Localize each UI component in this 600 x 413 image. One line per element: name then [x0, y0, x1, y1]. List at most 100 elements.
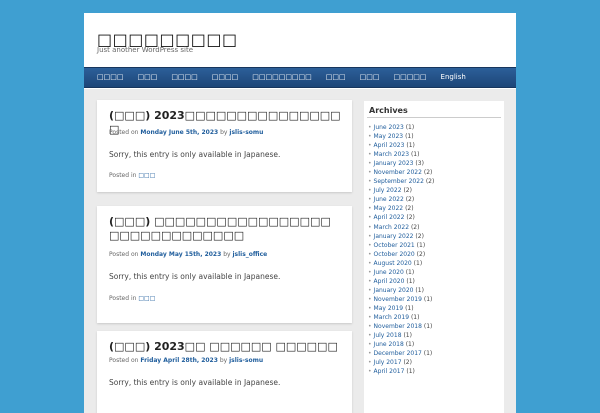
archive-link[interactable]: March 2019: [374, 314, 409, 321]
archive-link[interactable]: April 2020: [374, 278, 405, 285]
archive-link[interactable]: March 2022: [374, 224, 409, 231]
archive-item: • March 2023 (1): [368, 150, 434, 159]
nav-item-4[interactable]: □□□□: [205, 67, 245, 88]
bullet-icon: •: [368, 304, 372, 312]
bullet-icon: •: [368, 323, 372, 331]
nav-item-5[interactable]: □□□□□□□□□: [245, 67, 319, 88]
nav-item-8[interactable]: □□□□□: [386, 67, 433, 88]
bullet-icon: •: [368, 214, 372, 222]
archive-link[interactable]: June 2022: [374, 196, 404, 203]
archive-link[interactable]: July 2022: [374, 187, 402, 194]
nav-item-7[interactable]: □□□: [353, 67, 387, 88]
post-footer: Posted in □□□: [109, 295, 155, 302]
bullet-icon: •: [368, 341, 372, 349]
archive-link[interactable]: July 2017: [374, 359, 402, 366]
archive-link[interactable]: January 2022: [374, 233, 414, 240]
bullet-icon: •: [368, 232, 372, 240]
archive-item: • June 2018 (1): [368, 340, 434, 349]
meta-by: by: [219, 357, 228, 364]
post-author[interactable]: jslis-somu: [229, 129, 263, 136]
archive-link[interactable]: June 2023: [374, 124, 404, 131]
archive-item: • April 2020 (1): [368, 277, 434, 286]
page-container: □□□□□□□□□ Just another WordPress site □□…: [84, 13, 516, 413]
archive-link[interactable]: January 2023: [374, 160, 414, 167]
nav-item-6[interactable]: □□□: [319, 67, 353, 88]
nav-item-2[interactable]: □□□: [130, 67, 164, 88]
meta-prefix: Posted on: [109, 357, 139, 364]
post-author[interactable]: jslis_office: [232, 251, 267, 258]
bullet-icon: •: [368, 133, 372, 141]
archive-count: (2): [403, 359, 412, 367]
archive-link[interactable]: November 2018: [374, 323, 422, 330]
archive-link[interactable]: May 2019: [374, 305, 404, 312]
archive-count: (1): [406, 368, 415, 376]
archive-link[interactable]: September 2022: [374, 178, 424, 185]
archive-item: • January 2023 (3): [368, 159, 434, 168]
archive-link[interactable]: June 2020: [374, 269, 404, 276]
bullet-icon: •: [368, 259, 372, 267]
archive-link[interactable]: April 2023: [374, 142, 405, 149]
archive-count: (2): [406, 214, 415, 222]
archive-item: • March 2019 (1): [368, 313, 434, 322]
archive-link[interactable]: January 2020: [374, 287, 414, 294]
post-date[interactable]: Monday June 5th, 2023: [140, 129, 218, 136]
post-meta: Posted on Monday June 5th, 2023 by jslis…: [109, 129, 263, 136]
meta-prefix: Posted on: [109, 251, 139, 258]
archive-count: (2): [405, 196, 415, 204]
archive-item: • September 2022 (2): [368, 177, 434, 186]
post-title[interactable]: (□□□) □□□□□□□□□□□□□□□□□□□□□□□□□□□□□□: [109, 215, 341, 243]
archive-item: • May 2022 (2): [368, 204, 434, 213]
archive-link[interactable]: October 2020: [374, 251, 415, 258]
archive-count: (1): [415, 286, 424, 294]
archive-link[interactable]: May 2022: [374, 205, 404, 212]
archive-link[interactable]: June 2018: [374, 341, 404, 348]
bullet-icon: •: [368, 169, 372, 177]
bullet-icon: •: [368, 223, 372, 231]
archive-count: (1): [405, 133, 414, 141]
archive-list: • June 2023 (1) • May 2023 (1) • April 2023 (…: [368, 123, 434, 376]
archive-link[interactable]: May 2023: [374, 133, 404, 140]
archive-count: (1): [416, 241, 426, 249]
archive-item: • October 2020 (2): [368, 250, 434, 259]
archive-count: (2): [403, 187, 412, 195]
nav-item-1[interactable]: □□□□: [90, 67, 130, 88]
archive-link[interactable]: July 2018: [374, 332, 402, 339]
nav-item-3[interactable]: □□□□: [164, 67, 204, 88]
archive-link[interactable]: November 2022: [374, 169, 422, 176]
post-body: Sorry, this entry is only available in J…: [109, 150, 281, 159]
archive-count: (1): [406, 142, 415, 150]
archive-link[interactable]: October 2021: [374, 242, 415, 249]
archive-link[interactable]: December 2017: [374, 350, 422, 357]
post-title[interactable]: (□□□) 2023□□ □□□□□□ □□□□□□: [109, 340, 341, 354]
archive-link[interactable]: March 2023: [374, 151, 409, 158]
post-date[interactable]: Friday April 28th, 2023: [140, 357, 218, 364]
archive-link[interactable]: August 2020: [374, 260, 412, 267]
archive-item: • January 2022 (2): [368, 232, 434, 241]
archive-link[interactable]: November 2019: [374, 296, 422, 303]
bullet-icon: •: [368, 368, 372, 376]
meta-by: by: [223, 251, 231, 258]
post-date[interactable]: Monday May 15th, 2023: [140, 251, 221, 258]
archive-item: • November 2022 (2): [368, 168, 434, 177]
bullet-icon: •: [368, 160, 372, 168]
archive-item: • April 2022 (2): [368, 213, 434, 222]
archive-link[interactable]: April 2017: [374, 368, 405, 375]
post-author[interactable]: jslis-somu: [229, 357, 263, 364]
category-link[interactable]: □□□: [138, 295, 155, 302]
archive-item: • June 2020 (1): [368, 268, 434, 277]
archive-item: • October 2021 (1): [368, 241, 434, 250]
post-meta: Posted on Monday May 15th, 2023 by jslis…: [109, 251, 267, 258]
archive-link[interactable]: April 2022: [374, 214, 405, 221]
bullet-icon: •: [368, 295, 372, 303]
bullet-icon: •: [368, 277, 372, 285]
site-description: Just another WordPress site: [97, 46, 194, 54]
bullet-icon: •: [368, 286, 372, 294]
archive-count: (2): [416, 250, 426, 258]
category-link[interactable]: □□□: [138, 172, 155, 179]
bullet-icon: •: [368, 142, 372, 150]
archive-count: (2): [405, 205, 414, 213]
nav-item-english[interactable]: English: [434, 67, 473, 88]
archive-item: • July 2017 (2): [368, 358, 434, 367]
bullet-icon: •: [368, 196, 372, 204]
meta-by: by: [220, 129, 228, 136]
